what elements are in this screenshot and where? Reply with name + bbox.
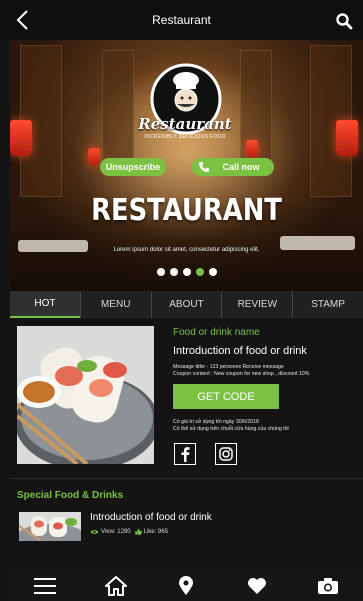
nav-home[interactable] (104, 574, 128, 598)
lamp-decor (88, 148, 100, 166)
food-name: Food or drink name (173, 327, 260, 338)
nav-location[interactable] (174, 574, 198, 598)
special-item-thumbnail[interactable] (19, 512, 81, 541)
slider-dot-active[interactable] (195, 268, 204, 276)
slider-dot[interactable] (182, 268, 191, 276)
menu-icon (34, 577, 57, 594)
top-bar: Restaurant (0, 0, 363, 40)
call-now-button[interactable]: Call now (192, 158, 274, 176)
logo-text: Restaurant (138, 115, 232, 133)
hero-banner[interactable]: Restaurant INCREDIBLY DELICIOUS FOOD Uns… (10, 40, 363, 291)
section-divider (10, 478, 363, 479)
validity-info: Có giá trị sử dụng tới ngày 30/6/2018 Có… (173, 419, 289, 433)
home-icon (104, 575, 127, 596)
unsubscribe-button[interactable]: Unsupscribe (100, 158, 166, 176)
tab-about[interactable]: ABOUT (150, 291, 222, 318)
instagram-icon (219, 447, 233, 461)
lamp-decor (10, 120, 32, 156)
tab-bar: HOT MENU ABOUT REVIEW STAMP (10, 291, 363, 318)
coupon-message: Message tittle - 123 persones Receive me… (173, 364, 309, 378)
special-section-title: Special Food & Drinks (17, 490, 124, 501)
food-intro: Introduction of food or drink (173, 345, 307, 357)
tab-stamp[interactable]: STAMP (292, 291, 363, 318)
camera-icon (317, 577, 338, 594)
tab-review[interactable]: REVIEW (221, 291, 292, 318)
location-pin-icon (179, 575, 194, 595)
slider-dot[interactable] (208, 268, 217, 276)
like-count: Like: 965 (143, 528, 168, 535)
bottom-nav (10, 570, 363, 601)
view-count: View: 1280 (101, 528, 131, 535)
thumbs-up-icon (134, 528, 142, 535)
like-stat: Like: 965 (134, 528, 168, 535)
slider-dot[interactable] (156, 268, 165, 276)
special-item-stats: View: 1280 Like: 965 (90, 528, 168, 535)
hero-subtitle: Lorem ipsum dolor sit amet, consectetur … (113, 247, 260, 253)
validity-note: Có thể sử dụng trên chuỗi cửa hàng của c… (173, 426, 289, 432)
nav-camera[interactable] (316, 574, 340, 598)
instagram-button[interactable] (215, 443, 237, 465)
eye-icon (90, 529, 99, 534)
message-title: Message tittle - 123 persones Receive me… (173, 364, 284, 370)
call-now-label: Call now (222, 162, 260, 172)
food-image[interactable] (17, 326, 154, 464)
slider-dot[interactable] (169, 268, 178, 276)
lamp-decor (336, 120, 358, 156)
page-title: Restaurant (152, 13, 211, 27)
lamp-decor (246, 140, 258, 158)
tab-menu[interactable]: MENU (79, 291, 151, 318)
facebook-icon (181, 447, 190, 462)
coupon-content: Coupon content : New coupon for new shop… (173, 371, 310, 377)
tab-hot[interactable]: HOT (10, 291, 80, 318)
phone-icon (199, 162, 209, 172)
hero-title: RESTAURANT (91, 193, 282, 228)
nav-menu[interactable] (33, 574, 57, 598)
facebook-button[interactable] (174, 443, 196, 465)
nav-favorites[interactable] (245, 574, 269, 598)
back-arrow-icon[interactable] (14, 9, 32, 31)
decor-panel (102, 50, 134, 162)
validity-date: Có giá trị sử dụng tới ngày 30/6/2018 (173, 419, 259, 425)
get-code-button[interactable]: GET CODE (173, 384, 279, 409)
special-item-intro[interactable]: Introduction of food or drink (90, 512, 212, 523)
search-icon[interactable] (335, 12, 353, 30)
logo-subtext: INCREDIBLY DELICIOUS FOOD (144, 134, 226, 140)
view-stat: View: 1280 (90, 529, 131, 535)
heart-icon (248, 577, 267, 594)
restaurant-screen: Restaurant Restaurant INCREDIBLY DELICIO… (0, 0, 363, 601)
slider-dots (10, 268, 363, 276)
